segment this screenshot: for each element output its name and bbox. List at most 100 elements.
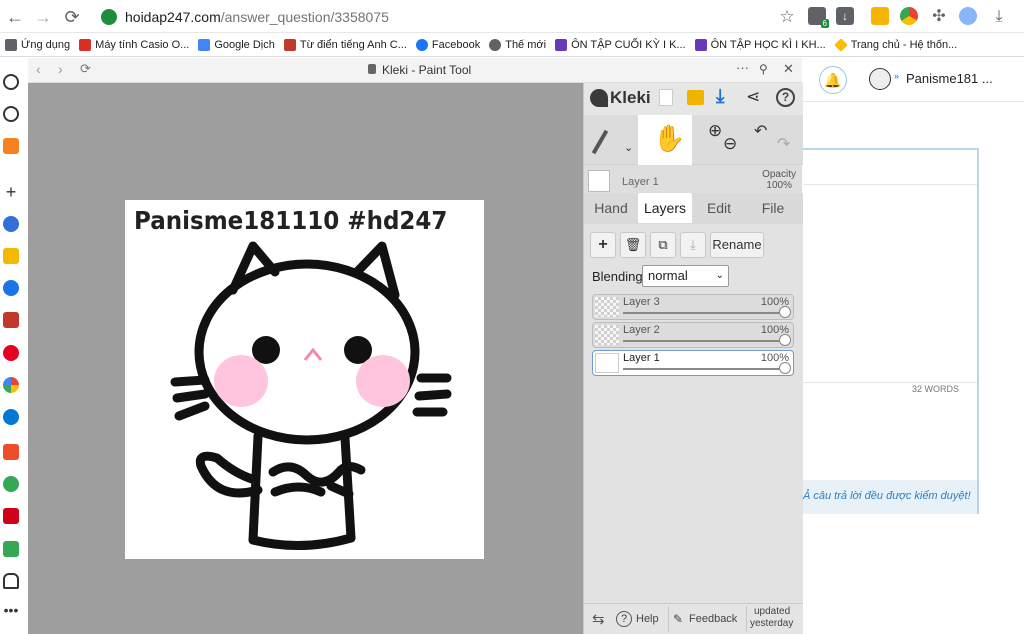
settings-gear-icon[interactable] [3,74,19,90]
maps-icon[interactable] [3,476,19,492]
extension-badge: 6 [820,19,829,28]
feedback-link[interactable]: Feedback [689,613,737,625]
layer-thumbnail [595,297,619,317]
slider-knob[interactable] [779,334,791,346]
tiki-icon[interactable] [3,508,19,524]
brush-icon[interactable] [591,129,609,155]
layer-opacity-slider[interactable] [623,312,783,314]
download-ext-icon[interactable]: ↓ [836,7,854,25]
bookmark-label: Từ điển tiếng Anh C... [299,38,407,51]
hand-icon: ✋ [653,123,686,153]
bookmark-item[interactable]: Trang chủ - Hệ thốn... [833,37,958,52]
back-icon[interactable]: ‹ [36,61,41,77]
bookmark-label: Máy tính Casio O... [95,38,190,51]
notes-ext-icon[interactable] [871,7,889,25]
help-circle-icon[interactable]: ? [616,611,632,627]
layer-opacity-slider[interactable] [623,368,783,370]
downloads-icon[interactable]: ⤓ [988,6,1010,28]
bookmark-item[interactable]: ÔN TẬP HỌC KÌ I KH... [694,38,826,51]
slider-knob[interactable] [779,362,791,374]
h-app-icon[interactable] [3,248,19,264]
canvas-area[interactable]: Panisme181110 #hd247 [28,83,583,634]
sheets-icon[interactable] [3,541,19,557]
more-options-icon[interactable]: ··· [736,60,749,75]
delete-layer-icon[interactable]: 🗑 [620,232,646,258]
new-image-icon[interactable] [659,89,673,106]
share-icon[interactable]: ⋖ [746,87,760,107]
download-icon[interactable]: ⤓ [716,86,724,108]
edge-icon[interactable] [3,409,19,425]
add-layer-icon[interactable]: + [590,232,616,258]
user-avatar[interactable] [869,68,891,90]
notification-bell-icon[interactable]: 🔔 [819,66,847,94]
history-icon[interactable] [3,106,19,122]
tab-edit[interactable]: Edit [694,193,744,223]
google-icon[interactable] [3,377,19,393]
url-host: hoidap247.com [125,8,221,25]
layer-row[interactable]: Layer 2 100% [592,322,794,348]
pinterest-icon[interactable] [3,345,19,361]
reload-icon[interactable]: ⟳ [80,61,91,77]
profile-avatar[interactable] [959,7,977,25]
duplicate-layer-icon[interactable]: ⧉ [650,232,676,258]
forward-icon[interactable]: › [58,61,63,77]
extension-shield-icon[interactable]: 6 [808,7,829,28]
rename-button[interactable]: Rename [710,232,764,258]
layer-row-selected[interactable]: Layer 1 100% [592,350,794,376]
layer-opacity-slider[interactable] [623,340,783,342]
zoom-in-icon[interactable]: ⊕ [708,121,722,141]
help-link[interactable]: Help [636,613,659,625]
bookmark-item[interactable]: Facebook [415,38,480,51]
blending-select[interactable]: normal ⌄ [642,265,729,287]
tab-file[interactable]: File [748,193,798,223]
swap-sides-icon[interactable]: ⇆ [592,610,605,628]
help-icon[interactable]: ? [776,88,795,107]
layer-row[interactable]: Layer 3 100% [592,294,794,320]
bookmark-item[interactable]: Thế mới [489,38,546,51]
username[interactable]: Panisme181 ... [906,71,993,86]
redo-icon[interactable]: ↷ [777,134,790,154]
more-icon[interactable]: ••• [3,603,19,621]
back-icon[interactable]: ← [4,6,26,28]
blending-label: Blending [592,269,643,284]
bookmark-star-icon[interactable]: ☆ [776,6,798,28]
reload-icon[interactable]: ⟳ [61,6,83,28]
answer-editor[interactable]: 32 WORDS Ả câu trả lời đều được kiểm duy… [803,148,979,514]
bookmark-label: Trang chủ - Hệ thốn... [850,38,958,51]
undo-icon[interactable]: ↶ [754,121,767,141]
slider-knob[interactable] [779,306,791,318]
tab-layers[interactable]: Layers [638,193,692,223]
dictionary-rail-icon[interactable] [3,312,19,328]
drawing-canvas[interactable]: Panisme181110 #hd247 [125,200,484,559]
kleki-window: ‹ › ⟳ Kleki - Paint Tool ··· ⚲ ✕ Panisme… [28,58,803,634]
bell-icon[interactable] [3,573,19,589]
bookmark-item[interactable]: Máy tính Casio O... [79,38,190,51]
crown-icon[interactable] [3,138,19,154]
app-circle-icon[interactable] [3,280,19,296]
add-icon[interactable]: + [3,183,19,201]
chevron-down-icon[interactable]: » [894,71,899,81]
bookmark-item[interactable]: Ứng dụng [5,38,70,51]
merge-layer-icon[interactable]: ⤓ [680,232,706,258]
kleki-logo-icon [590,89,608,107]
address-bar[interactable]: hoidap247.com /answer_question/3358075 [95,3,825,30]
extensions-puzzle-icon[interactable]: ✣ [928,6,950,28]
editor-divider [803,382,977,383]
bookmark-item[interactable]: Google Dịch [198,38,275,51]
open-folder-icon[interactable] [687,90,704,105]
close-icon[interactable]: ✕ [783,61,794,77]
bookmark-item[interactable]: Từ điển tiếng Anh C... [283,38,407,51]
tab-hand[interactable]: Hand [586,193,636,223]
shopee-icon[interactable] [3,444,19,460]
forms-icon [694,38,707,51]
messenger-icon[interactable] [3,216,19,232]
feedback-icon[interactable]: ✎ [673,612,683,626]
casio-icon [79,38,92,51]
hand-tool-button[interactable]: ✋ [638,115,692,165]
pin-icon[interactable]: ⚲ [759,62,768,76]
chrome-ext-icon[interactable] [900,7,918,25]
bookmark-item[interactable]: ÔN TẬP CUỐI KỲ I K... [555,38,686,51]
chevron-down-icon[interactable]: ⌄ [624,141,633,154]
zoom-out-icon[interactable]: ⊖ [723,134,737,154]
forward-icon[interactable]: → [32,6,54,28]
